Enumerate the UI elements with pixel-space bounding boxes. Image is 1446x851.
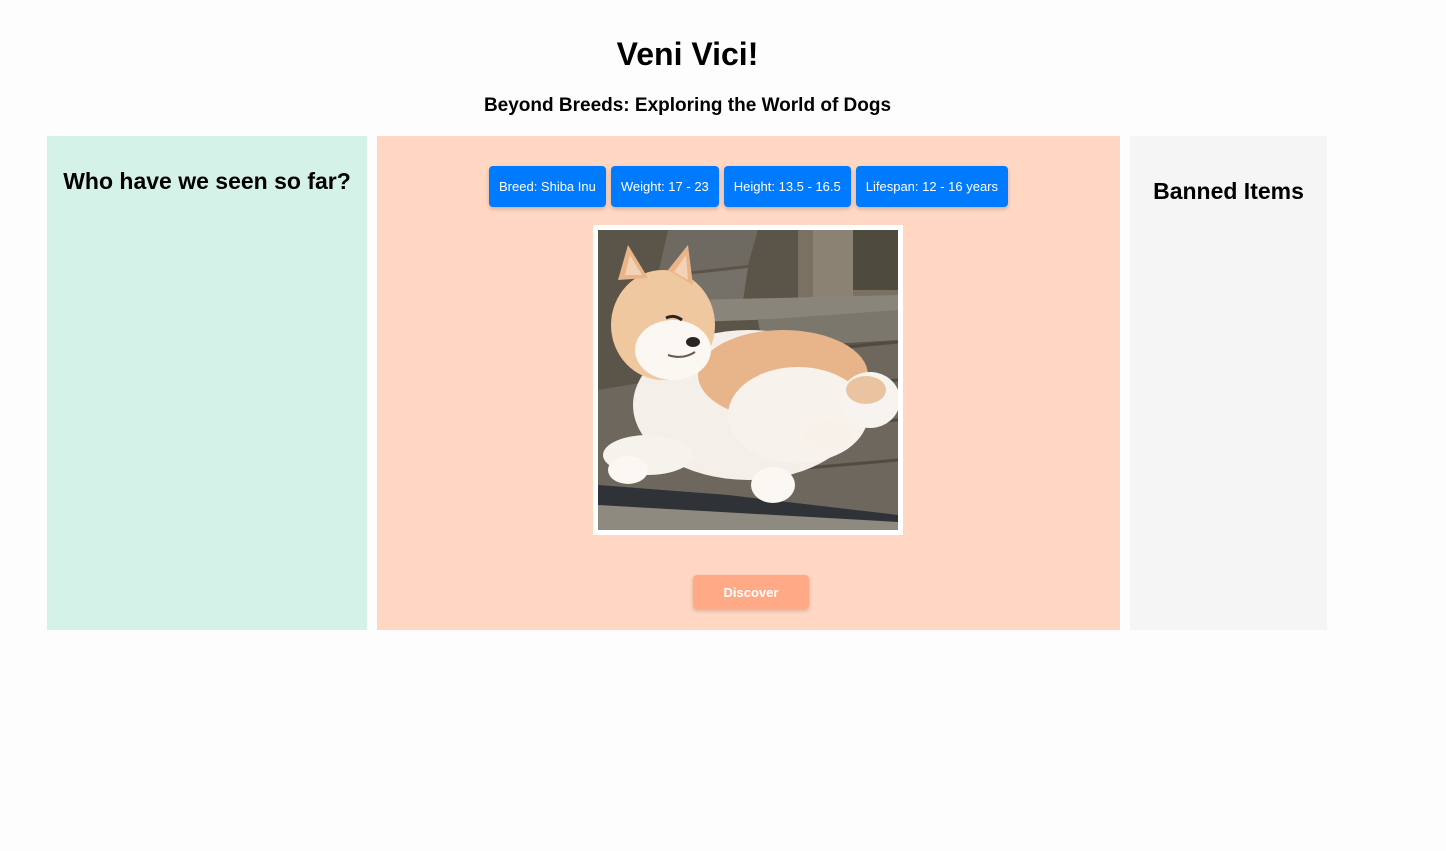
history-panel: Who have we seen so far? [47,136,367,630]
banned-heading: Banned Items [1153,178,1304,204]
breed-attribute-button[interactable]: Breed: Shiba Inu [489,166,606,207]
banned-panel: Banned Items [1130,136,1327,630]
page-title: Veni Vici! [616,36,759,72]
page-subtitle: Beyond Breeds: Exploring the World of Do… [483,95,892,116]
attribute-buttons: Breed: Shiba Inu Weight: 17 - 23 Height:… [377,166,1120,207]
weight-attribute-button[interactable]: Weight: 17 - 23 [610,166,719,207]
dog-photo [598,230,898,530]
history-heading: Who have we seen so far? [63,168,351,194]
lifespan-attribute-button[interactable]: Lifespan: 12 - 16 years [855,166,1008,207]
discover-panel: Breed: Shiba Inu Weight: 17 - 23 Height:… [377,136,1120,630]
discover-button[interactable]: Discover [693,575,809,609]
height-attribute-button[interactable]: Height: 13.5 - 16.5 [723,166,851,207]
dog-image-frame [593,225,903,535]
